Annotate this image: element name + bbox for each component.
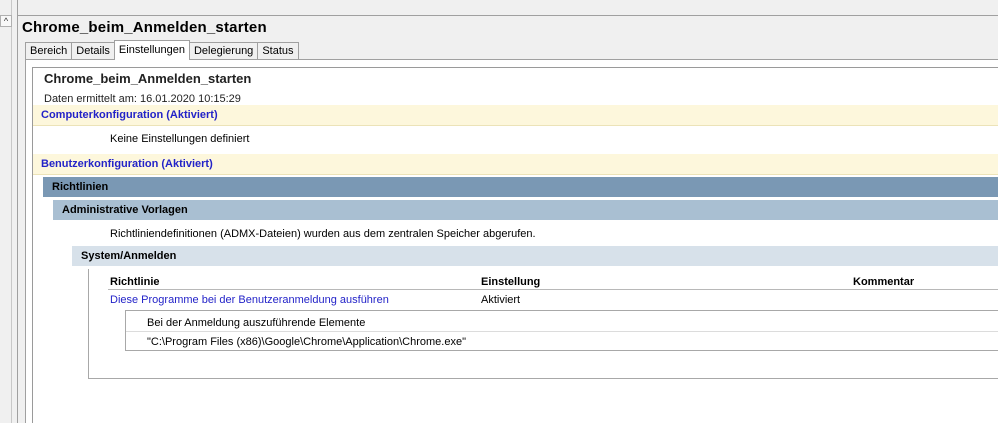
policy-setting-value: Aktiviert [481, 294, 521, 306]
column-header-comment: Kommentar [853, 276, 915, 288]
user-config-label: Benutzerkonfiguration (Aktiviert) [41, 158, 213, 170]
window-title: Chrome_beim_Anmelden_starten [22, 19, 267, 36]
header-divider [108, 289, 998, 290]
policies-header[interactable]: Richtlinien [43, 177, 998, 197]
policy-link[interactable]: Diese Programme bei der Benutzeranmeldun… [110, 294, 389, 306]
admin-templates-label: Administrative Vorlagen [62, 204, 188, 216]
tab-bereich[interactable]: Bereich [25, 42, 73, 60]
report-date: Daten ermittelt am: 16.01.2020 10:15:29 [44, 93, 241, 105]
admx-note: Richtliniendefinitionen (ADMX-Dateien) w… [110, 228, 536, 240]
computer-config-label: Computerkonfiguration (Aktiviert) [41, 109, 218, 121]
tab-delegierung[interactable]: Delegierung [188, 42, 259, 60]
tab-einstellungen[interactable]: Einstellungen [113, 40, 190, 60]
detail-label: Bei der Anmeldung auszuführende Elemente [147, 317, 366, 329]
category-header[interactable]: System/Anmelden [72, 246, 998, 266]
user-config-header[interactable]: Benutzerkonfiguration (Aktiviert) [33, 154, 998, 175]
policy-detail-box: Bei der Anmeldung auszuführende Elemente… [125, 310, 998, 351]
divider [17, 15, 998, 16]
scroll-up-icon[interactable]: ^ [0, 15, 12, 27]
tree-pane-scrollbar[interactable]: ^ [0, 0, 12, 423]
admin-templates-header[interactable]: Administrative Vorlagen [53, 200, 998, 220]
column-header-policy: Richtlinie [110, 276, 160, 288]
computer-config-header[interactable]: Computerkonfiguration (Aktiviert) [33, 105, 998, 126]
detail-value: "C:\Program Files (x86)\Google\Chrome\Ap… [147, 336, 466, 348]
no-settings-text: Keine Einstellungen definiert [110, 133, 250, 145]
tab-details[interactable]: Details [71, 42, 115, 60]
report-title: Chrome_beim_Anmelden_starten [44, 71, 252, 86]
detail-label-row: Bei der Anmeldung auszuführende Elemente [126, 311, 998, 332]
tab-status[interactable]: Status [257, 42, 299, 60]
policies-label: Richtlinien [52, 181, 109, 193]
column-header-setting: Einstellung [481, 276, 541, 288]
category-label: System/Anmelden [81, 250, 177, 262]
tab-bar: Bereich Details Einstellungen Delegierun… [25, 40, 299, 60]
